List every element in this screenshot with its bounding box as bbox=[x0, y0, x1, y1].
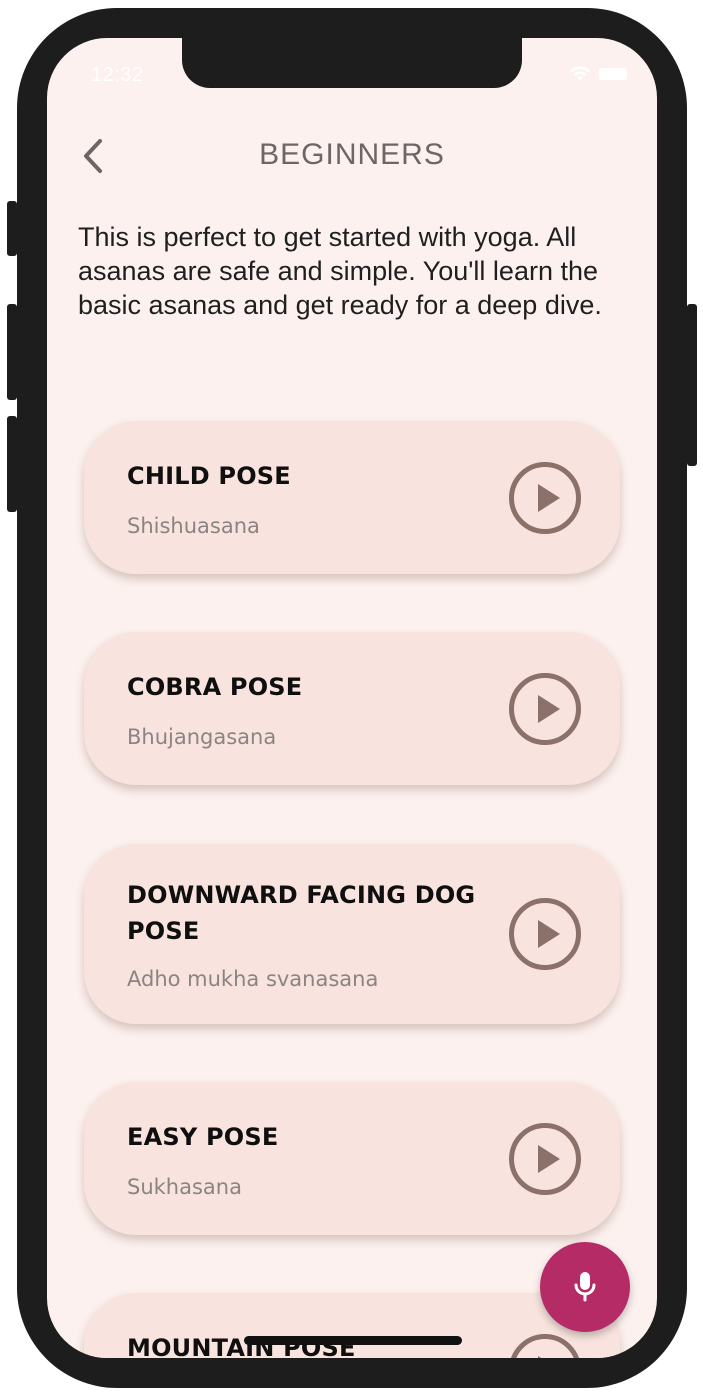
volume-up-button bbox=[7, 304, 17, 400]
play-circle-icon[interactable] bbox=[508, 897, 582, 971]
play-circle-icon[interactable] bbox=[508, 1122, 582, 1196]
pose-name: EASY POSE bbox=[127, 1123, 279, 1151]
pose-card-downward-dog[interactable]: DOWNWARD FACING DOG POSE Adho mukha svan… bbox=[84, 844, 620, 1024]
pose-name: CHILD POSE bbox=[127, 462, 291, 490]
pose-card-cobra[interactable]: COBRA POSE Bhujangasana bbox=[84, 632, 620, 785]
pose-card-easy[interactable]: EASY POSE Sukhasana bbox=[84, 1082, 620, 1235]
pose-sanskrit-name: Adho mukha svanasana bbox=[127, 967, 379, 991]
app-screen: 12:32 BEGINNERS This is perfect to get s… bbox=[47, 38, 657, 1358]
play-circle-icon[interactable] bbox=[508, 461, 582, 535]
play-circle-icon[interactable] bbox=[508, 1333, 582, 1358]
pose-name: COBRA POSE bbox=[127, 673, 303, 701]
home-indicator[interactable] bbox=[244, 1336, 462, 1345]
play-circle-icon[interactable] bbox=[508, 672, 582, 746]
pose-card-child[interactable]: CHILD POSE Shishuasana bbox=[84, 421, 620, 574]
pose-sanskrit-name: Sukhasana bbox=[127, 1175, 242, 1199]
status-time: 12:32 bbox=[91, 64, 144, 86]
notch bbox=[182, 38, 522, 88]
pose-card-mountain[interactable]: MOUNTAIN POSE bbox=[84, 1293, 620, 1358]
volume-down-button bbox=[7, 416, 17, 512]
pose-sanskrit-name: Bhujangasana bbox=[127, 725, 277, 749]
pose-name: DOWNWARD FACING DOG POSE bbox=[127, 881, 476, 945]
page-title: BEGINNERS bbox=[259, 138, 445, 171]
mute-switch bbox=[7, 201, 17, 256]
level-description: This is perfect to get started with yoga… bbox=[78, 222, 602, 320]
status-icons bbox=[569, 66, 627, 82]
battery-icon bbox=[599, 68, 627, 80]
power-button bbox=[687, 304, 697, 466]
pose-sanskrit-name: Shishuasana bbox=[127, 514, 260, 538]
wifi-icon bbox=[570, 66, 590, 81]
microphone-icon bbox=[574, 1272, 596, 1302]
header: BEGINNERS bbox=[47, 128, 657, 184]
voice-command-button[interactable] bbox=[540, 1242, 630, 1332]
